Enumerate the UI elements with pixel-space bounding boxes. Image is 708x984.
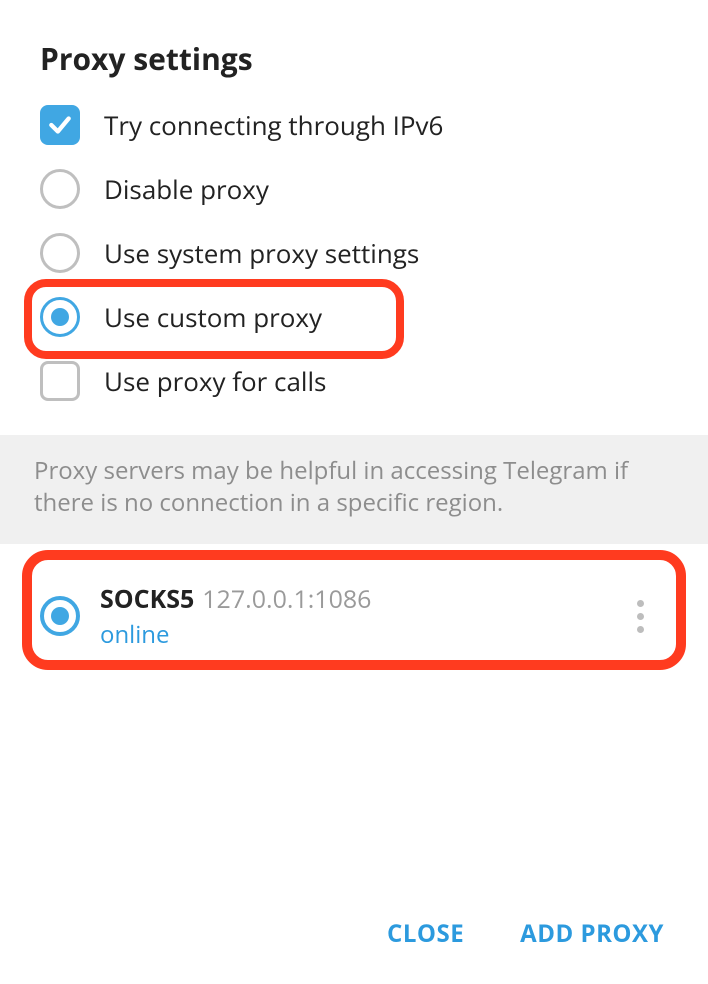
options-list: Try connecting through IPv6 Disable prox… <box>0 105 708 415</box>
check-icon <box>47 112 73 138</box>
option-system-proxy[interactable]: Use system proxy settings <box>40 233 668 273</box>
option-label: Use custom proxy <box>104 299 322 335</box>
proxy-item[interactable]: SOCKS5127.0.0.1:1086 online <box>34 564 674 669</box>
proxy-type: SOCKS5 <box>100 582 194 616</box>
proxy-status: online <box>100 618 371 651</box>
radio-icon <box>40 169 80 209</box>
radio-icon <box>40 596 80 636</box>
proxy-address: 127.0.0.1:1086 <box>202 582 371 616</box>
option-label: Use proxy for calls <box>104 363 326 399</box>
radio-icon <box>40 297 80 337</box>
option-label: Use system proxy settings <box>104 235 419 271</box>
hint-panel: Proxy servers may be helpful in accessin… <box>0 435 708 544</box>
add-proxy-button[interactable]: ADD PROXY <box>520 917 664 950</box>
option-custom-proxy[interactable]: Use custom proxy <box>40 297 668 337</box>
radio-icon <box>40 233 80 273</box>
proxy-list: SOCKS5127.0.0.1:1086 online <box>0 544 708 689</box>
option-disable-proxy[interactable]: Disable proxy <box>40 169 668 209</box>
option-label: Disable proxy <box>104 171 269 207</box>
dialog-title: Proxy settings <box>0 0 708 105</box>
dialog-footer: CLOSE ADD PROXY <box>0 889 708 984</box>
proxy-info: SOCKS5127.0.0.1:1086 online <box>100 582 371 651</box>
option-ipv6[interactable]: Try connecting through IPv6 <box>40 105 668 145</box>
close-button[interactable]: CLOSE <box>387 917 464 950</box>
hint-text: Proxy servers may be helpful in accessin… <box>34 455 674 520</box>
checkbox-icon <box>40 361 80 401</box>
option-proxy-for-calls[interactable]: Use proxy for calls <box>40 361 668 401</box>
proxy-settings-dialog: Proxy settings Try connecting through IP… <box>0 0 708 984</box>
more-icon[interactable] <box>620 592 660 640</box>
checkbox-icon <box>40 105 80 145</box>
option-label: Try connecting through IPv6 <box>104 107 443 143</box>
